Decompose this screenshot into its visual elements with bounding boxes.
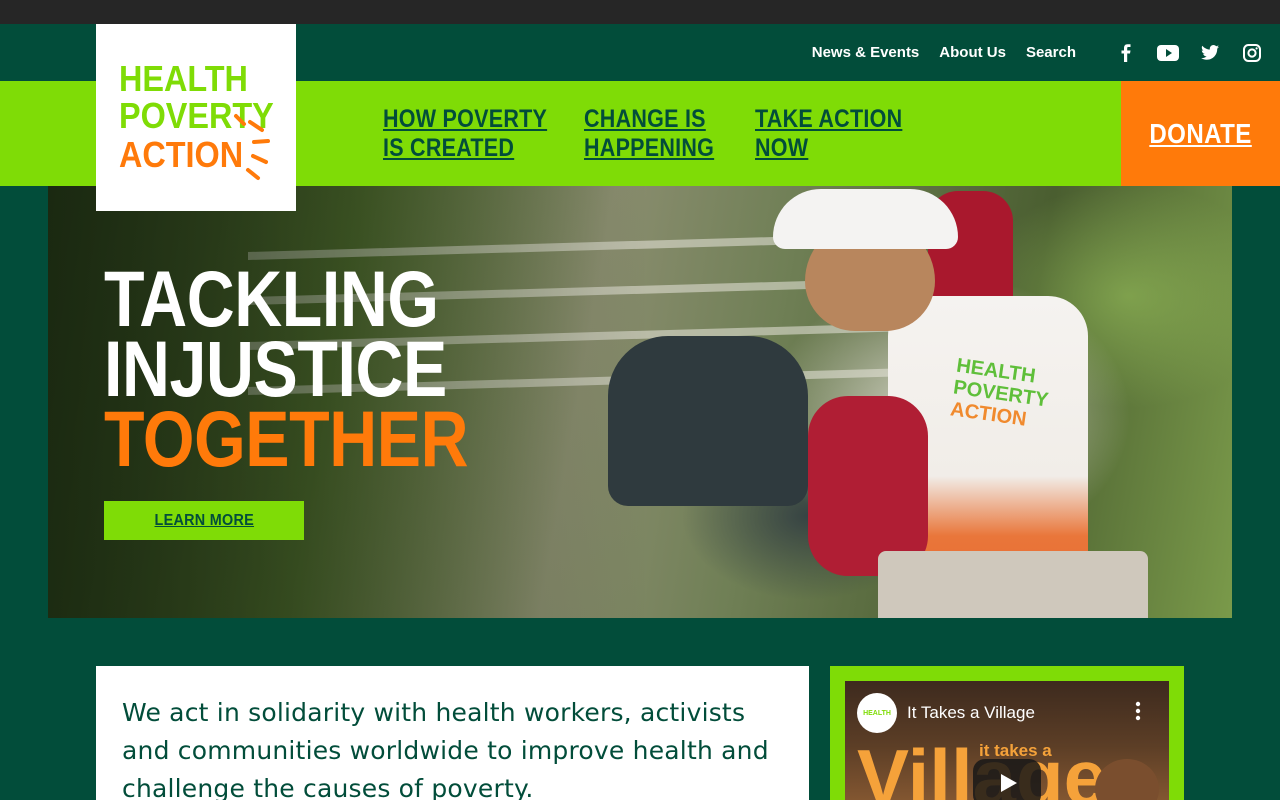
more-options-icon[interactable] (1135, 701, 1141, 721)
video-title[interactable]: It Takes a Village (907, 703, 1035, 723)
channel-avatar[interactable]: HEALTH (857, 693, 897, 733)
learn-more-label: LEARN MORE (154, 511, 254, 529)
youtube-icon[interactable] (1156, 41, 1180, 65)
intro-text: We act in solidarity with health workers… (122, 698, 769, 800)
about-us-link[interactable]: About Us (939, 44, 1006, 61)
intro-card: We act in solidarity with health workers… (96, 666, 809, 800)
play-icon[interactable] (973, 759, 1041, 800)
search-link[interactable]: Search (1026, 44, 1076, 61)
video-frame: HEALTH It Takes a Village it takes a Vil… (830, 666, 1184, 800)
site-logo[interactable]: HEALTH POVERTY ACTION (96, 24, 296, 211)
rider-figure (608, 336, 808, 506)
vest-logo: HEALTH POVERTY ACTION (949, 355, 1053, 434)
twitter-icon[interactable] (1198, 41, 1222, 65)
logo-line-health: HEALTH (119, 59, 248, 99)
logo-line-poverty: POVERTY (119, 96, 274, 136)
nav-change-is-happening[interactable]: CHANGE IS HAPPENING (584, 105, 714, 163)
logo-line-action: ACTION (119, 135, 243, 175)
facebook-icon[interactable] (1114, 41, 1138, 65)
donate-label: DONATE (1149, 117, 1252, 149)
passenger-arm (808, 396, 928, 576)
donate-button[interactable]: DONATE (1121, 81, 1280, 186)
video-embed[interactable]: HEALTH It Takes a Village it takes a Vil… (845, 681, 1169, 800)
hero-banner: HEALTH POVERTY ACTION TACKLING INJUSTICE… (48, 186, 1232, 618)
nav-item-line: HAPPENING (584, 134, 715, 162)
cargo-box (878, 551, 1148, 618)
browser-top-bar (0, 0, 1280, 24)
hero-title: TACKLING INJUSTICE TOGETHER (104, 259, 469, 483)
nav-item-line: IS CREATED (383, 134, 515, 162)
learn-more-button[interactable]: LEARN MORE (104, 501, 304, 540)
nav-item-line: TAKE ACTION (755, 105, 903, 133)
nav-how-poverty-is-created[interactable]: HOW POVERTY IS CREATED (383, 105, 547, 163)
nav-item-line: HOW POVERTY (383, 105, 548, 133)
passenger-cap (773, 189, 958, 249)
nav-item-line: CHANGE IS (584, 105, 706, 133)
health-poverty-action-logo: HEALTH POVERTY ACTION (119, 59, 274, 180)
nav-item-line: NOW (755, 134, 809, 162)
hero-title-line-3: TOGETHER (104, 394, 469, 483)
news-events-link[interactable]: News & Events (812, 44, 920, 61)
nav-take-action-now[interactable]: TAKE ACTION NOW (755, 105, 902, 163)
channel-logo-line: HEALTH (863, 709, 891, 717)
instagram-icon[interactable] (1240, 41, 1264, 65)
utility-nav: News & Events About Us Search (812, 24, 1264, 81)
